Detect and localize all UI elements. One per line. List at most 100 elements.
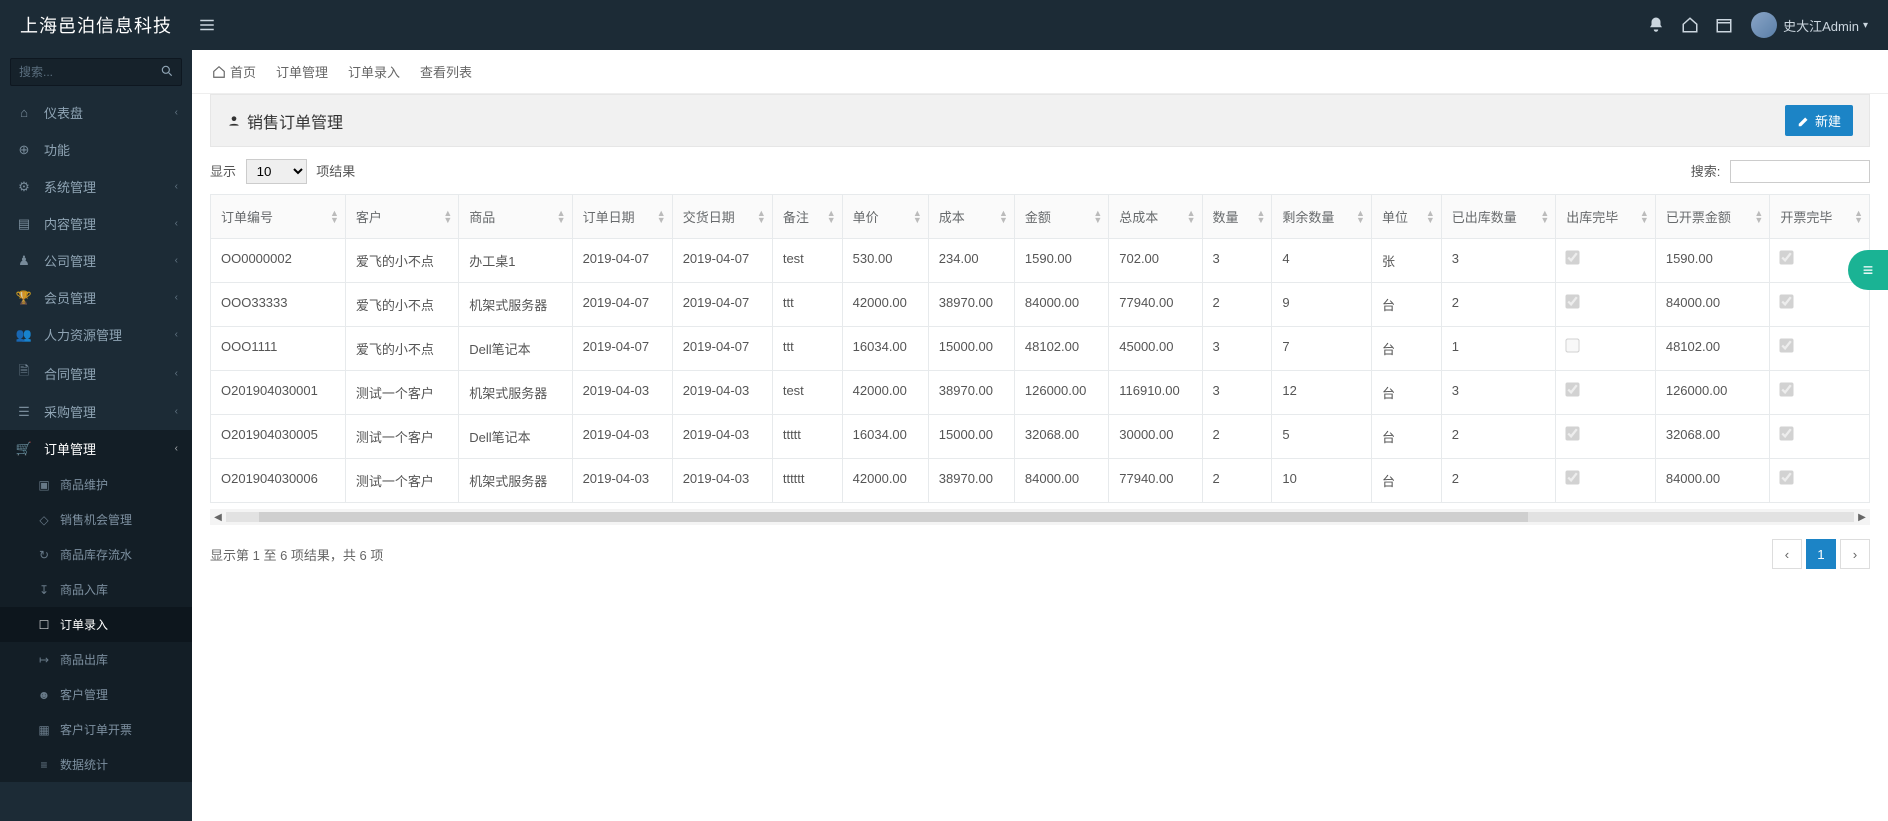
cell-memo: ttttt — [772, 415, 842, 459]
col-13[interactable]: 已出库数量▲▼ — [1441, 195, 1555, 239]
floating-action-button[interactable]: ≡ — [1848, 250, 1888, 290]
col-16[interactable]: 开票完毕▲▼ — [1770, 195, 1870, 239]
col-15[interactable]: 已开票金额▲▼ — [1655, 195, 1769, 239]
sidebar-subitem-0[interactable]: ▣商品维护 — [0, 467, 192, 502]
cell-price: 42000.00 — [842, 459, 928, 503]
col-4[interactable]: 交货日期▲▼ — [672, 195, 772, 239]
sidebar-item-9[interactable]: 🛒订单管理‹ — [0, 430, 192, 467]
sort-icon: ▲▼ — [827, 210, 836, 224]
table-row[interactable]: O201904030006测试一个客户机架式服务器2019-04-032019-… — [211, 459, 1870, 503]
col-2[interactable]: 商品▲▼ — [459, 195, 572, 239]
sidebar-item-4[interactable]: ♟公司管理‹ — [0, 242, 192, 279]
cell-remain: 4 — [1272, 239, 1372, 283]
table-search-input[interactable] — [1730, 160, 1870, 183]
sidebar-subitem-2[interactable]: ↻商品库存流水 — [0, 537, 192, 572]
col-14[interactable]: 出库完毕▲▼ — [1556, 195, 1656, 239]
table-row[interactable]: OOO33333爱飞的小不点机架式服务器2019-04-072019-04-07… — [211, 283, 1870, 327]
sidebar-subitem-5[interactable]: ↦商品出库 — [0, 642, 192, 677]
col-0[interactable]: 订单编号▲▼ — [211, 195, 346, 239]
bell-icon[interactable] — [1639, 16, 1673, 34]
col-10[interactable]: 数量▲▼ — [1202, 195, 1272, 239]
col-8[interactable]: 金额▲▼ — [1014, 195, 1108, 239]
col-12[interactable]: 单位▲▼ — [1371, 195, 1441, 239]
col-label: 订单编号 — [221, 210, 273, 225]
cell-outdone — [1556, 239, 1656, 283]
cell-outdone — [1556, 371, 1656, 415]
sort-icon: ▲▼ — [557, 210, 566, 224]
col-3[interactable]: 订单日期▲▼ — [572, 195, 672, 239]
sidebar-subitem-7[interactable]: ▦客户订单开票 — [0, 712, 192, 747]
new-button[interactable]: 新建 — [1785, 105, 1853, 136]
user-menu[interactable]: 史大江Admin ▾ — [1741, 12, 1868, 38]
sidebar-subitem-1[interactable]: ◇销售机会管理 — [0, 502, 192, 537]
sidebar-search-input[interactable] — [10, 58, 182, 86]
sidebar-item-8[interactable]: ☰采购管理‹ — [0, 393, 192, 430]
cell-outdone — [1556, 327, 1656, 371]
col-6[interactable]: 单价▲▼ — [842, 195, 928, 239]
cell-invamt: 126000.00 — [1655, 371, 1769, 415]
sidebar-item-2[interactable]: ⚙系统管理‹ — [0, 168, 192, 205]
table-row[interactable]: OOO1111爱飞的小不点Dell笔记本2019-04-072019-04-07… — [211, 327, 1870, 371]
outdone-checkbox — [1566, 382, 1580, 396]
sidebar-item-3[interactable]: ▤内容管理‹ — [0, 205, 192, 242]
table-row[interactable]: O201904030001测试一个客户机架式服务器2019-04-032019-… — [211, 371, 1870, 415]
cell-cust: 测试一个客户 — [345, 371, 458, 415]
cell-invdone — [1770, 415, 1870, 459]
sidebar-subitem-label: 商品库存流水 — [60, 546, 132, 563]
sidebar-item-7[interactable]: 🗎合同管理‹ — [0, 353, 192, 393]
cell-price: 42000.00 — [842, 283, 928, 327]
cell-cost: 38970.00 — [928, 371, 1014, 415]
page-size-select[interactable]: 10 — [246, 159, 307, 184]
col-label: 已出库数量 — [1452, 210, 1517, 225]
sidebar-subitem-label: 数据统计 — [60, 756, 108, 773]
scroll-right-icon[interactable]: ▶ — [1854, 512, 1870, 523]
chevron-left-icon: ‹ — [175, 181, 178, 192]
horizontal-scrollbar[interactable]: ◀ ▶ — [210, 509, 1870, 525]
menu-toggle-icon[interactable] — [190, 16, 224, 34]
crumb-home[interactable]: 首页 — [212, 62, 256, 81]
invdone-checkbox — [1780, 250, 1794, 264]
cell-outqty: 3 — [1441, 239, 1555, 283]
sort-icon: ▲▼ — [1187, 210, 1196, 224]
scroll-left-icon[interactable]: ◀ — [210, 512, 226, 523]
sidebar-item-5[interactable]: 🏆会员管理‹ — [0, 279, 192, 316]
pager-next[interactable]: › — [1840, 539, 1870, 569]
sidebar-item-1[interactable]: ⊕功能 — [0, 131, 192, 168]
cell-amt: 32068.00 — [1014, 415, 1108, 459]
col-7[interactable]: 成本▲▼ — [928, 195, 1014, 239]
home-icon[interactable] — [1673, 16, 1707, 34]
crumb-1[interactable]: 订单管理 — [276, 62, 328, 81]
cell-amt: 84000.00 — [1014, 283, 1108, 327]
sidebar-subitem-6[interactable]: ☻客户管理 — [0, 677, 192, 712]
cell-remain: 10 — [1272, 459, 1372, 503]
pager-prev[interactable]: ‹ — [1772, 539, 1802, 569]
cell-prod: 机架式服务器 — [459, 459, 572, 503]
cell-cust: 测试一个客户 — [345, 459, 458, 503]
col-11[interactable]: 剩余数量▲▼ — [1272, 195, 1372, 239]
crumb-2[interactable]: 订单录入 — [348, 62, 400, 81]
pencil-icon — [1797, 114, 1811, 128]
calendar-icon[interactable] — [1707, 16, 1741, 34]
pager-page-1[interactable]: 1 — [1806, 539, 1836, 569]
company-icon: ♟ — [14, 253, 34, 269]
contract-icon: 🗎 — [14, 362, 34, 384]
cell-cost: 234.00 — [928, 239, 1014, 283]
sidebar-subitem-3[interactable]: ↧商品入库 — [0, 572, 192, 607]
outdone-checkbox — [1566, 250, 1580, 264]
sidebar-subitem-8[interactable]: ≡数据统计 — [0, 747, 192, 782]
order-table: 订单编号▲▼客户▲▼商品▲▼订单日期▲▼交货日期▲▼备注▲▼单价▲▼成本▲▼金额… — [210, 194, 1870, 503]
table-row[interactable]: OO0000002爱飞的小不点办工桌12019-04-072019-04-07t… — [211, 239, 1870, 283]
col-label: 数量 — [1213, 210, 1239, 225]
sidebar-item-6[interactable]: 👥人力资源管理‹ — [0, 316, 192, 353]
col-label: 单位 — [1382, 210, 1408, 225]
cell-outdone — [1556, 459, 1656, 503]
cell-invamt: 84000.00 — [1655, 459, 1769, 503]
sidebar-subitem-4[interactable]: ☐订单录入 — [0, 607, 192, 642]
col-1[interactable]: 客户▲▼ — [345, 195, 458, 239]
col-9[interactable]: 总成本▲▼ — [1109, 195, 1202, 239]
cell-invamt: 1590.00 — [1655, 239, 1769, 283]
sidebar-item-0[interactable]: ⌂仪表盘‹ — [0, 94, 192, 131]
col-5[interactable]: 备注▲▼ — [772, 195, 842, 239]
cell-cost: 38970.00 — [928, 459, 1014, 503]
table-row[interactable]: O201904030005测试一个客户Dell笔记本2019-04-032019… — [211, 415, 1870, 459]
